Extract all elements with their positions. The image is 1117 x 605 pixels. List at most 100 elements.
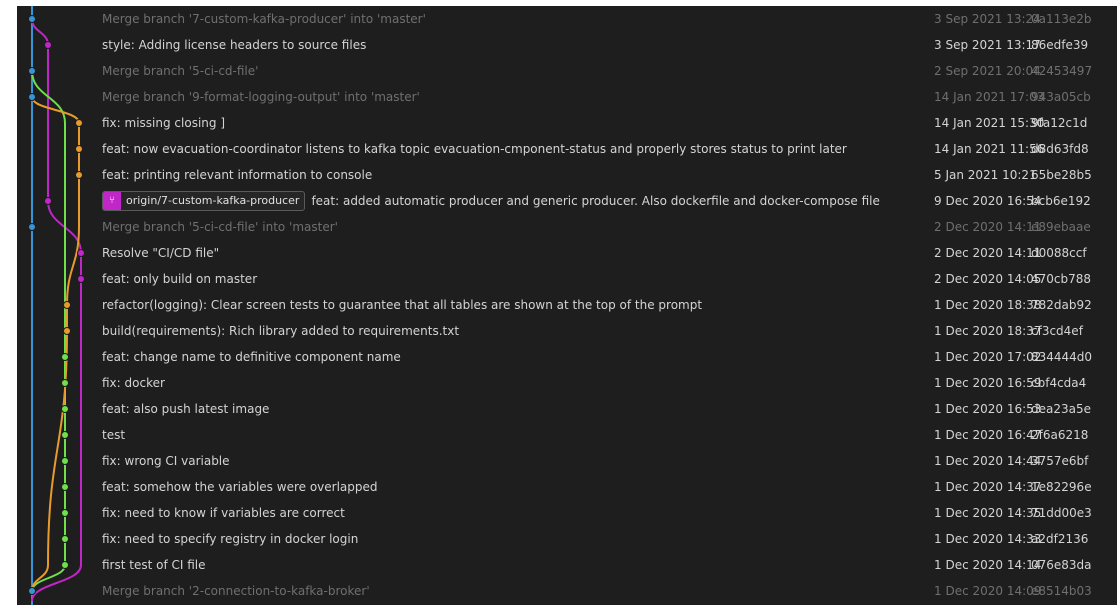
- commit-date: 1 Dec 2020 16:59: [934, 376, 1042, 390]
- commit-date: 3 Sep 2021 13:17: [934, 38, 1041, 52]
- commit-message: first test of CI file: [102, 552, 206, 578]
- commit-hash: 9fa12c1d: [1031, 116, 1088, 130]
- commit-row[interactable]: feat: printing relevant information to c…: [17, 162, 1117, 188]
- commit-row[interactable]: Merge branch '7-custom-kafka-producer' i…: [17, 6, 1117, 32]
- commit-date: 1 Dec 2020 14:33: [934, 532, 1042, 546]
- commit-date: 1 Dec 2020 18:37: [934, 324, 1042, 338]
- commit-message-text: feat: somehow the variables were overlap…: [102, 480, 378, 494]
- commit-row[interactable]: build(requirements): Rich library added …: [17, 318, 1117, 344]
- commit-hash: 71dd00e3: [1031, 506, 1092, 520]
- commit-hash: 834444d0: [1031, 350, 1093, 364]
- commit-hash: e8514b03: [1031, 584, 1092, 598]
- commit-date: 14 Jan 2021 17:03: [934, 90, 1045, 104]
- commit-message: Merge branch '5-ci-cd-file': [102, 58, 258, 84]
- commit-message: refactor(logging): Clear screen tests to…: [102, 292, 702, 318]
- commit-row[interactable]: Merge branch '2-connection-to-kafka-brok…: [17, 578, 1117, 604]
- commit-date: 2 Dec 2020 14:11: [934, 246, 1042, 260]
- commit-row[interactable]: test 1 Dec 2020 16:47 2f6a6218: [17, 422, 1117, 448]
- branch-tag[interactable]: ⑂ origin/7-custom-kafka-producer: [102, 191, 306, 211]
- commit-message-text: fix: missing closing ]: [102, 116, 225, 130]
- commit-hash: 0a113e2b: [1031, 12, 1092, 26]
- commit-hash: cbf4cda4: [1031, 376, 1087, 390]
- branch-tag-label: origin/7-custom-kafka-producer: [126, 194, 300, 207]
- commit-row[interactable]: feat: now evacuation-coordinator listens…: [17, 136, 1117, 162]
- commit-date: 1 Dec 2020 16:47: [934, 428, 1042, 442]
- commit-message: Merge branch '2-connection-to-kafka-brok…: [102, 578, 370, 604]
- commit-hash: d8d63fd8: [1031, 142, 1089, 156]
- commit-message: feat: also push latest image: [102, 396, 269, 422]
- commit-row[interactable]: feat: also push latest image 1 Dec 2020 1…: [17, 396, 1117, 422]
- commit-row[interactable]: fix: missing closing ] 14 Jan 2021 15:30 9…: [17, 110, 1117, 136]
- commit-message: build(requirements): Rich library added …: [102, 318, 459, 344]
- commit-hash: 782dab92: [1031, 298, 1092, 312]
- commit-message-text: fix: wrong CI variable: [102, 454, 230, 468]
- commit-message-text: Merge branch '7-custom-kafka-producer' i…: [102, 12, 426, 26]
- commit-message-text: Merge branch '5-ci-cd-file': [102, 64, 259, 78]
- commit-row[interactable]: style: Adding license headers to source …: [17, 32, 1117, 58]
- commit-date: 3 Sep 2021 13:24: [934, 12, 1041, 26]
- commit-message-text: feat: printing relevant information to c…: [102, 168, 373, 182]
- commit-hash: 65be28b5: [1031, 168, 1092, 182]
- commit-message-text: refactor(logging): Clear screen tests to…: [102, 298, 703, 312]
- branch-icon: ⑂: [103, 192, 121, 210]
- commit-message: ⑂ origin/7-custom-kafka-producer feat: add…: [102, 188, 880, 214]
- commit-hash: 1e82296e: [1031, 480, 1092, 494]
- commit-hash: 943a05cb: [1031, 90, 1091, 104]
- commit-message-text: feat: added automatic producer and gener…: [311, 194, 880, 208]
- commit-date: 1 Dec 2020 14:14: [934, 558, 1042, 572]
- commit-message: fix: missing closing ]: [102, 110, 225, 136]
- commit-row[interactable]: fix: docker 1 Dec 2020 16:59 cbf4cda4: [17, 370, 1117, 396]
- commit-row[interactable]: feat: change name to definitive componen…: [17, 344, 1117, 370]
- commit-message: feat: somehow the variables were overlap…: [102, 474, 378, 500]
- commit-message-text: fix: need to know if variables are corre…: [102, 506, 345, 520]
- commit-row[interactable]: fix: wrong CI variable 1 Dec 2020 14:44 37…: [17, 448, 1117, 474]
- commit-hash: a2df2136: [1031, 532, 1089, 546]
- commit-message: fix: docker: [102, 370, 165, 396]
- commit-row[interactable]: Merge branch '5-ci-cd-file' into 'master…: [17, 214, 1117, 240]
- commit-row[interactable]: feat: only build on master 2 Dec 2020 14:…: [17, 266, 1117, 292]
- commit-row[interactable]: feat: somehow the variables were overlap…: [17, 474, 1117, 500]
- commit-row[interactable]: Resolve "CI/CD file" 2 Dec 2020 14:11 d008…: [17, 240, 1117, 266]
- commit-row[interactable]: ⑂ origin/7-custom-kafka-producer feat: add…: [17, 188, 1117, 214]
- commit-row[interactable]: first test of CI file 1 Dec 2020 14:14 076…: [17, 552, 1117, 578]
- commit-hash: 470cb788: [1031, 272, 1092, 286]
- commit-date: 1 Dec 2020 17:02: [934, 350, 1042, 364]
- commit-message-text: fix: docker: [102, 376, 165, 390]
- commit-row[interactable]: Merge branch '5-ci-cd-file' 2 Sep 2021 20…: [17, 58, 1117, 84]
- commit-row[interactable]: fix: need to know if variables are corre…: [17, 500, 1117, 526]
- commit-date: 1 Dec 2020 16:53: [934, 402, 1042, 416]
- commit-date: 9 Dec 2020 16:54: [934, 194, 1042, 208]
- commit-hash: 86edfe39: [1031, 38, 1089, 52]
- commit-message: Merge branch '7-custom-kafka-producer' i…: [102, 6, 426, 32]
- commit-message-text: feat: only build on master: [102, 272, 258, 286]
- commit-message-text: Merge branch '9-format-logging-output' i…: [102, 90, 420, 104]
- commit-message-text: first test of CI file: [102, 558, 206, 572]
- commit-hash: d0088ccf: [1031, 246, 1087, 260]
- commit-message-text: feat: also push latest image: [102, 402, 270, 416]
- commit-row[interactable]: refactor(logging): Clear screen tests to…: [17, 292, 1117, 318]
- commit-message: Merge branch '9-format-logging-output' i…: [102, 84, 420, 110]
- commit-message-text: fix: need to specify registry in docker …: [102, 532, 359, 546]
- commit-message: fix: need to know if variables are corre…: [102, 500, 345, 526]
- commit-date: 1 Dec 2020 14:44: [934, 454, 1042, 468]
- commit-date: 1 Dec 2020 18:38: [934, 298, 1042, 312]
- commit-message: fix: wrong CI variable: [102, 448, 230, 474]
- commit-hash: bcb6e192: [1031, 194, 1091, 208]
- commit-message: Resolve "CI/CD file": [102, 240, 219, 266]
- commit-hash: 076e83da: [1031, 558, 1092, 572]
- commit-message: fix: need to specify registry in docker …: [102, 526, 358, 552]
- commit-date: 1 Dec 2020 14:09: [934, 584, 1042, 598]
- commit-message: test: [102, 422, 125, 448]
- commit-message-text: test: [102, 428, 126, 442]
- commit-date: 1 Dec 2020 14:35: [934, 506, 1042, 520]
- commit-hash: 2f6a6218: [1031, 428, 1089, 442]
- commit-message-text: style: Adding license headers to source …: [102, 38, 367, 52]
- commit-row[interactable]: Merge branch '9-format-logging-output' i…: [17, 84, 1117, 110]
- commit-row[interactable]: fix: need to specify registry in docker …: [17, 526, 1117, 552]
- commit-message: feat: printing relevant information to c…: [102, 162, 372, 188]
- commit-date: 5 Jan 2021 10:21: [934, 168, 1037, 182]
- commit-message-text: feat: now evacuation-coordinator listens…: [102, 142, 847, 156]
- commit-message-text: Merge branch '5-ci-cd-file' into 'master…: [102, 220, 338, 234]
- git-graph-panel: Merge branch '7-custom-kafka-producer' i…: [17, 6, 1117, 605]
- commit-hash: cf3cd4ef: [1031, 324, 1083, 338]
